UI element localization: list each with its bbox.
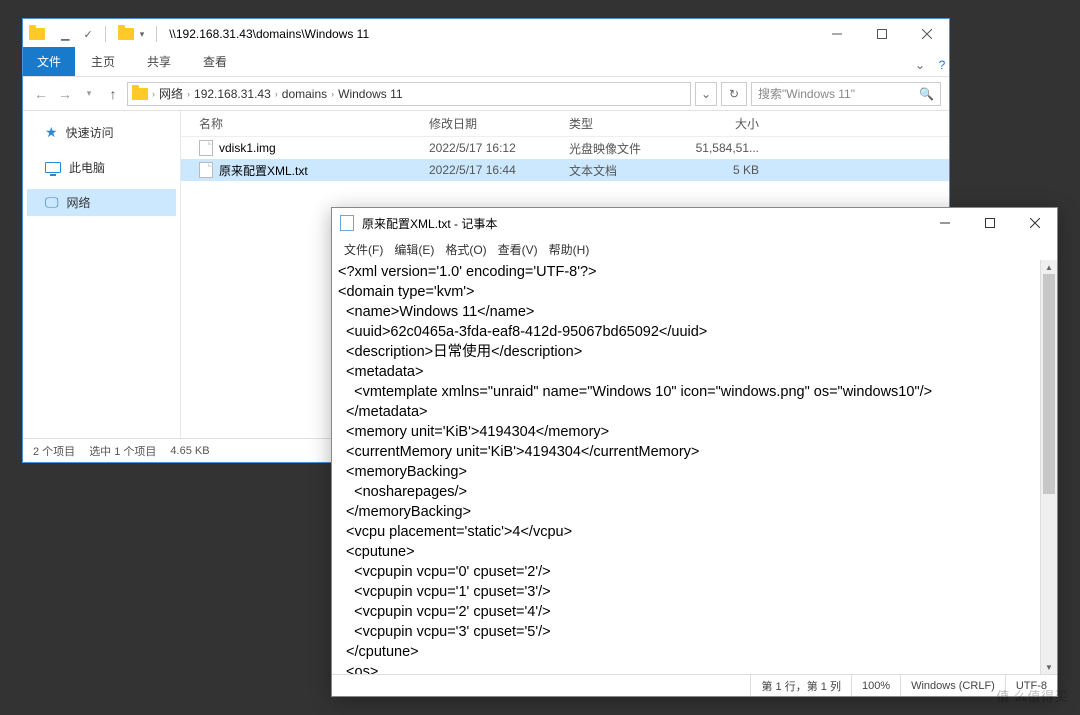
sidebar-item-label: 网络 [67,194,91,211]
file-name: vdisk1.img [219,141,276,155]
qat-item[interactable]: ✓ [83,28,92,41]
file-type: 文本文档 [569,162,689,179]
qat-item[interactable]: ▁ [61,28,69,41]
search-input[interactable]: 搜索"Windows 11" 🔍 [751,82,941,106]
menu-format[interactable]: 格式(O) [441,240,490,259]
nav-forward-icon[interactable]: → [55,86,75,102]
window-title: \\192.168.31.43\domains\Windows 11 [169,27,369,41]
minimize-button[interactable] [922,208,967,238]
ribbon-expand-icon[interactable]: ⌄ [905,54,935,76]
divider [105,26,106,42]
notepad-statusbar: 第 1 行，第 1 列 100% Windows (CRLF) UTF-8 [332,674,1057,696]
status-cursor-pos: 第 1 行，第 1 列 [750,675,850,696]
star-icon: ★ [45,124,58,141]
window-title: 原来配置XML.txt - 记事本 [362,215,497,232]
ribbon-tabs: 文件 主页 共享 查看 ⌄ ? [23,49,949,77]
search-placeholder: 搜索"Windows 11" [758,85,855,102]
explorer-titlebar[interactable]: ▁ ✓ ▾ \\192.168.31.43\domains\Windows 11 [23,19,949,49]
tab-view[interactable]: 查看 [187,47,243,76]
notepad-text-area[interactable]: <?xml version='1.0' encoding='UTF-8'?> <… [332,260,1057,674]
chevron-right-icon[interactable]: › [152,89,155,99]
nav-up-icon[interactable]: ↑ [103,86,123,102]
chevron-right-icon[interactable]: › [187,89,190,99]
notepad-titlebar[interactable]: 原来配置XML.txt - 记事本 [332,208,1057,238]
quick-access-toolbar: ▁ ✓ [61,28,93,41]
menu-help[interactable]: 帮助(H) [545,240,594,259]
search-icon[interactable]: 🔍 [919,87,934,101]
watermark: 值 么值得买 [996,686,1068,705]
column-header-name[interactable]: 名称 [199,115,429,132]
status-zoom: 100% [851,675,900,696]
notepad-window: 原来配置XML.txt - 记事本 文件(F) 编辑(E) 格式(O) 查看(V… [331,207,1058,697]
breadcrumb[interactable]: Windows 11 [338,87,402,101]
folder-icon [118,28,134,40]
address-dropdown-icon[interactable]: ⌄ [695,82,717,106]
nav-recent-icon[interactable]: ▾ [79,88,99,99]
menu-file[interactable]: 文件(F) [340,240,387,259]
status-line-ending: Windows (CRLF) [900,675,1005,696]
sidebar-item-this-pc[interactable]: 此电脑 [27,154,176,181]
column-header-size[interactable]: 大小 [689,115,789,132]
help-icon[interactable]: ? [935,58,949,76]
nav-back-icon[interactable]: ← [31,86,51,102]
scroll-up-icon[interactable]: ▲ [1041,260,1057,274]
maximize-button[interactable] [967,208,1012,238]
file-date: 2022/5/17 16:44 [429,163,569,177]
maximize-button[interactable] [859,19,904,49]
tab-file[interactable]: 文件 [23,47,75,76]
status-size: 4.65 KB [170,445,209,457]
file-size: 5 KB [689,163,789,177]
refresh-icon[interactable]: ↻ [721,82,747,106]
minimize-button[interactable] [814,19,859,49]
file-row[interactable]: vdisk1.img 2022/5/17 16:12 光盘映像文件 51,584… [181,137,949,159]
file-date: 2022/5/17 16:12 [429,141,569,155]
status-item-count: 2 个项目 [33,443,75,459]
divider [156,26,157,42]
folder-icon [132,88,148,100]
qat-dropdown[interactable]: ▾ [140,29,145,40]
file-size: 51,584,51... [689,141,789,155]
column-headers: 名称 修改日期 类型 大小 [181,111,949,137]
scrollbar-thumb[interactable] [1043,274,1055,494]
pc-icon [45,162,61,173]
notepad-menu: 文件(F) 编辑(E) 格式(O) 查看(V) 帮助(H) [332,238,1057,260]
file-row[interactable]: 原来配置XML.txt 2022/5/17 16:44 文本文档 5 KB [181,159,949,181]
sidebar-item-label: 此电脑 [69,159,105,176]
close-button[interactable] [904,19,949,49]
file-name: 原来配置XML.txt [219,162,308,179]
breadcrumb[interactable]: 网络 [159,85,183,102]
nav-row: ← → ▾ ↑ › 网络 › 192.168.31.43 › domains ›… [23,77,949,111]
menu-view[interactable]: 查看(V) [494,240,542,259]
menu-edit[interactable]: 编辑(E) [390,240,438,259]
close-button[interactable] [1012,208,1057,238]
chevron-right-icon[interactable]: › [331,89,334,99]
breadcrumb[interactable]: 192.168.31.43 [194,87,271,101]
sidebar-item-quick-access[interactable]: ★ 快速访问 [27,119,176,146]
chevron-right-icon[interactable]: › [275,89,278,99]
notepad-icon [340,215,354,231]
sidebar: ★ 快速访问 此电脑 🖵 网络 [23,111,181,438]
network-icon: 🖵 [45,194,59,211]
column-header-type[interactable]: 类型 [569,115,689,132]
breadcrumb[interactable]: domains [282,87,327,101]
folder-icon [29,28,45,40]
tab-home[interactable]: 主页 [75,47,131,76]
address-bar[interactable]: › 网络 › 192.168.31.43 › domains › Windows… [127,82,691,106]
file-icon [199,162,213,178]
file-type: 光盘映像文件 [569,140,689,157]
vertical-scrollbar[interactable]: ▲ ▼ [1040,260,1057,674]
column-header-date[interactable]: 修改日期 [429,115,569,132]
sidebar-item-label: 快速访问 [66,124,114,141]
file-icon [199,140,213,156]
tab-share[interactable]: 共享 [131,47,187,76]
sidebar-item-network[interactable]: 🖵 网络 [27,189,176,216]
status-selected: 选中 1 个项目 [89,443,156,459]
scroll-down-icon[interactable]: ▼ [1041,660,1057,674]
